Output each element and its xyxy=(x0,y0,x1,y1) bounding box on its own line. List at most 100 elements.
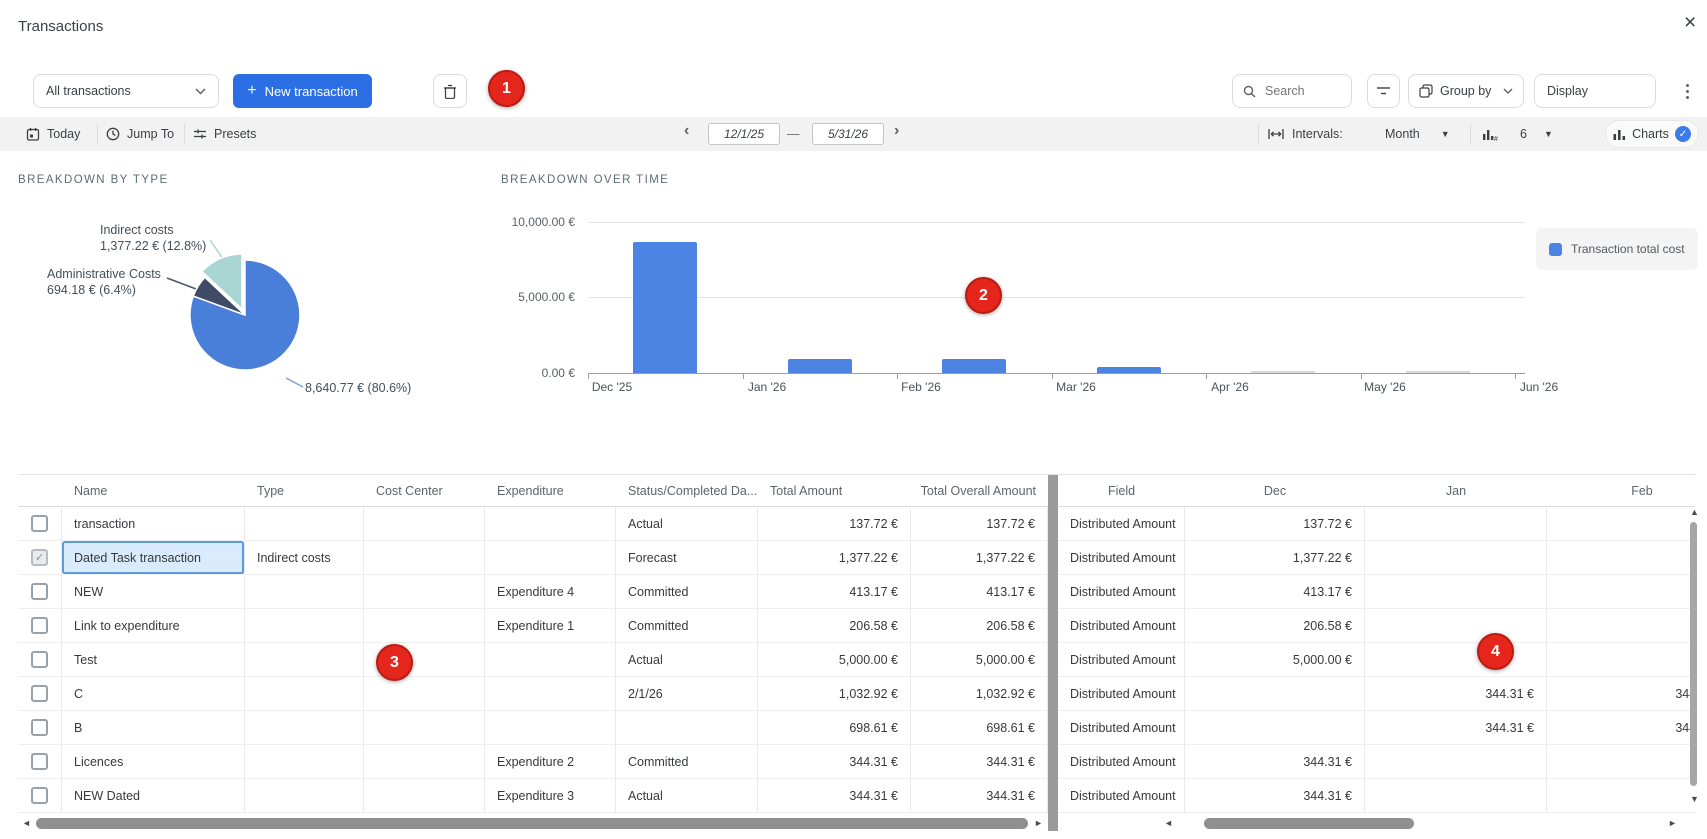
scroll-left-icon[interactable]: ◄ xyxy=(1164,817,1173,830)
cell-total_overall[interactable]: 1,377.22 € xyxy=(911,541,1048,575)
cell-total_overall[interactable]: 137.72 € xyxy=(911,507,1048,541)
cell-expenditure[interactable]: Expenditure 3 xyxy=(485,779,616,813)
row-checkbox[interactable] xyxy=(31,685,48,702)
cell-dec[interactable]: 1,377.22 € xyxy=(1185,541,1365,575)
cell-name[interactable]: Test xyxy=(62,643,245,677)
cell-dec[interactable]: 5,000.00 € xyxy=(1185,643,1365,677)
cell-field[interactable]: Distributed Amount xyxy=(1058,711,1185,745)
cell-total_overall[interactable]: 5,000.00 € xyxy=(911,643,1048,677)
cell-field[interactable]: Distributed Amount xyxy=(1058,745,1185,779)
cell-feb[interactable] xyxy=(1547,745,1695,779)
cell-status[interactable]: Forecast xyxy=(616,541,758,575)
row-checkbox[interactable] xyxy=(31,753,48,770)
row-checkbox[interactable] xyxy=(31,719,48,736)
cell-dec[interactable]: 344.31 € xyxy=(1185,779,1365,813)
row-checkbox[interactable] xyxy=(31,617,48,634)
cell-status[interactable]: Actual xyxy=(616,779,758,813)
cell-field[interactable]: Distributed Amount xyxy=(1058,643,1185,677)
cell-feb[interactable] xyxy=(1547,643,1695,677)
cell-feb[interactable]: 344.31 € xyxy=(1547,677,1695,711)
cell-status[interactable]: Committed xyxy=(616,609,758,643)
cell-expenditure[interactable] xyxy=(485,507,616,541)
cell-expenditure[interactable] xyxy=(485,677,616,711)
cell-name[interactable]: transaction xyxy=(62,507,245,541)
cell-type[interactable] xyxy=(245,609,364,643)
column-header-dec[interactable]: Dec xyxy=(1185,475,1365,506)
cell-feb[interactable] xyxy=(1547,541,1695,575)
cell-feb[interactable] xyxy=(1547,575,1695,609)
cell-dec[interactable] xyxy=(1185,677,1365,711)
scroll-right-icon[interactable]: ► xyxy=(1668,817,1677,830)
cell-type[interactable] xyxy=(245,507,364,541)
cell-total_amount[interactable]: 344.31 € xyxy=(758,745,911,779)
cell-total_overall[interactable]: 344.31 € xyxy=(911,745,1048,779)
cell-type[interactable] xyxy=(245,745,364,779)
row-checkbox[interactable] xyxy=(31,651,48,668)
cell-status[interactable]: Committed xyxy=(616,575,758,609)
row-checkbox[interactable] xyxy=(31,787,48,804)
cell-total_amount[interactable]: 1,377.22 € xyxy=(758,541,911,575)
cell-feb[interactable]: 344.31 € xyxy=(1547,711,1695,745)
cell-type[interactable] xyxy=(245,643,364,677)
cell-total_overall[interactable]: 344.31 € xyxy=(911,779,1048,813)
cell-name[interactable]: Link to expenditure xyxy=(62,609,245,643)
column-header-feb[interactable]: Feb xyxy=(1547,475,1695,506)
scroll-right-icon[interactable]: ► xyxy=(1034,817,1043,830)
cell-total_overall[interactable]: 698.61 € xyxy=(911,711,1048,745)
column-header-jan[interactable]: Jan xyxy=(1365,475,1547,506)
cell-feb[interactable] xyxy=(1547,609,1695,643)
cell-cost_center[interactable] xyxy=(364,745,485,779)
cell-dec[interactable] xyxy=(1185,711,1365,745)
cell-field[interactable]: Distributed Amount xyxy=(1058,541,1185,575)
cell-name[interactable]: Licences xyxy=(62,745,245,779)
cell-field[interactable]: Distributed Amount xyxy=(1058,779,1185,813)
cell-cost_center[interactable] xyxy=(364,507,485,541)
scroll-left-icon[interactable]: ◄ xyxy=(22,817,31,830)
cell-total_amount[interactable]: 206.58 € xyxy=(758,609,911,643)
cell-status[interactable]: Actual xyxy=(616,643,758,677)
cell-expenditure[interactable]: Expenditure 2 xyxy=(485,745,616,779)
cell-total_amount[interactable]: 5,000.00 € xyxy=(758,643,911,677)
cell-type[interactable] xyxy=(245,677,364,711)
cell-field[interactable]: Distributed Amount xyxy=(1058,609,1185,643)
row-checkbox[interactable]: ✓ xyxy=(31,549,48,566)
cell-expenditure[interactable] xyxy=(485,541,616,575)
cell-name[interactable]: Dated Task transaction xyxy=(62,541,245,575)
h-scrollbar-right[interactable] xyxy=(1204,818,1414,829)
column-header-total_amount[interactable]: Total Amount xyxy=(758,475,911,506)
cell-status[interactable] xyxy=(616,711,758,745)
cell-total_amount[interactable]: 344.31 € xyxy=(758,779,911,813)
cell-total_overall[interactable]: 1,032.92 € xyxy=(911,677,1048,711)
cell-dec[interactable]: 344.31 € xyxy=(1185,745,1365,779)
cell-expenditure[interactable]: Expenditure 4 xyxy=(485,575,616,609)
cell-field[interactable]: Distributed Amount xyxy=(1058,677,1185,711)
cell-name[interactable]: NEW xyxy=(62,575,245,609)
cell-expenditure[interactable] xyxy=(485,711,616,745)
cell-type[interactable] xyxy=(245,575,364,609)
cell-type[interactable]: Indirect costs xyxy=(245,541,364,575)
cell-cost_center[interactable] xyxy=(364,609,485,643)
v-scrollbar[interactable] xyxy=(1690,522,1697,786)
column-header-type[interactable]: Type xyxy=(245,475,364,506)
cell-jan[interactable] xyxy=(1365,609,1547,643)
cell-field[interactable]: Distributed Amount xyxy=(1058,575,1185,609)
cell-status[interactable]: Committed xyxy=(616,745,758,779)
cell-total_amount[interactable]: 1,032.92 € xyxy=(758,677,911,711)
h-scrollbar-left[interactable] xyxy=(36,818,1028,829)
cell-dec[interactable]: 413.17 € xyxy=(1185,575,1365,609)
cell-total_overall[interactable]: 413.17 € xyxy=(911,575,1048,609)
cell-jan[interactable] xyxy=(1365,575,1547,609)
column-header-name[interactable]: Name xyxy=(62,475,245,506)
cell-cost_center[interactable] xyxy=(364,711,485,745)
cell-name[interactable]: B xyxy=(62,711,245,745)
cell-cost_center[interactable] xyxy=(364,779,485,813)
cell-cost_center[interactable] xyxy=(364,575,485,609)
column-header-status[interactable]: Status/Completed Da... xyxy=(616,475,758,506)
cell-field[interactable]: Distributed Amount xyxy=(1058,507,1185,541)
cell-expenditure[interactable] xyxy=(485,643,616,677)
cell-status[interactable]: Actual xyxy=(616,507,758,541)
cell-jan[interactable] xyxy=(1365,779,1547,813)
cell-feb[interactable] xyxy=(1547,507,1695,541)
cell-expenditure[interactable]: Expenditure 1 xyxy=(485,609,616,643)
cell-feb[interactable] xyxy=(1547,779,1695,813)
